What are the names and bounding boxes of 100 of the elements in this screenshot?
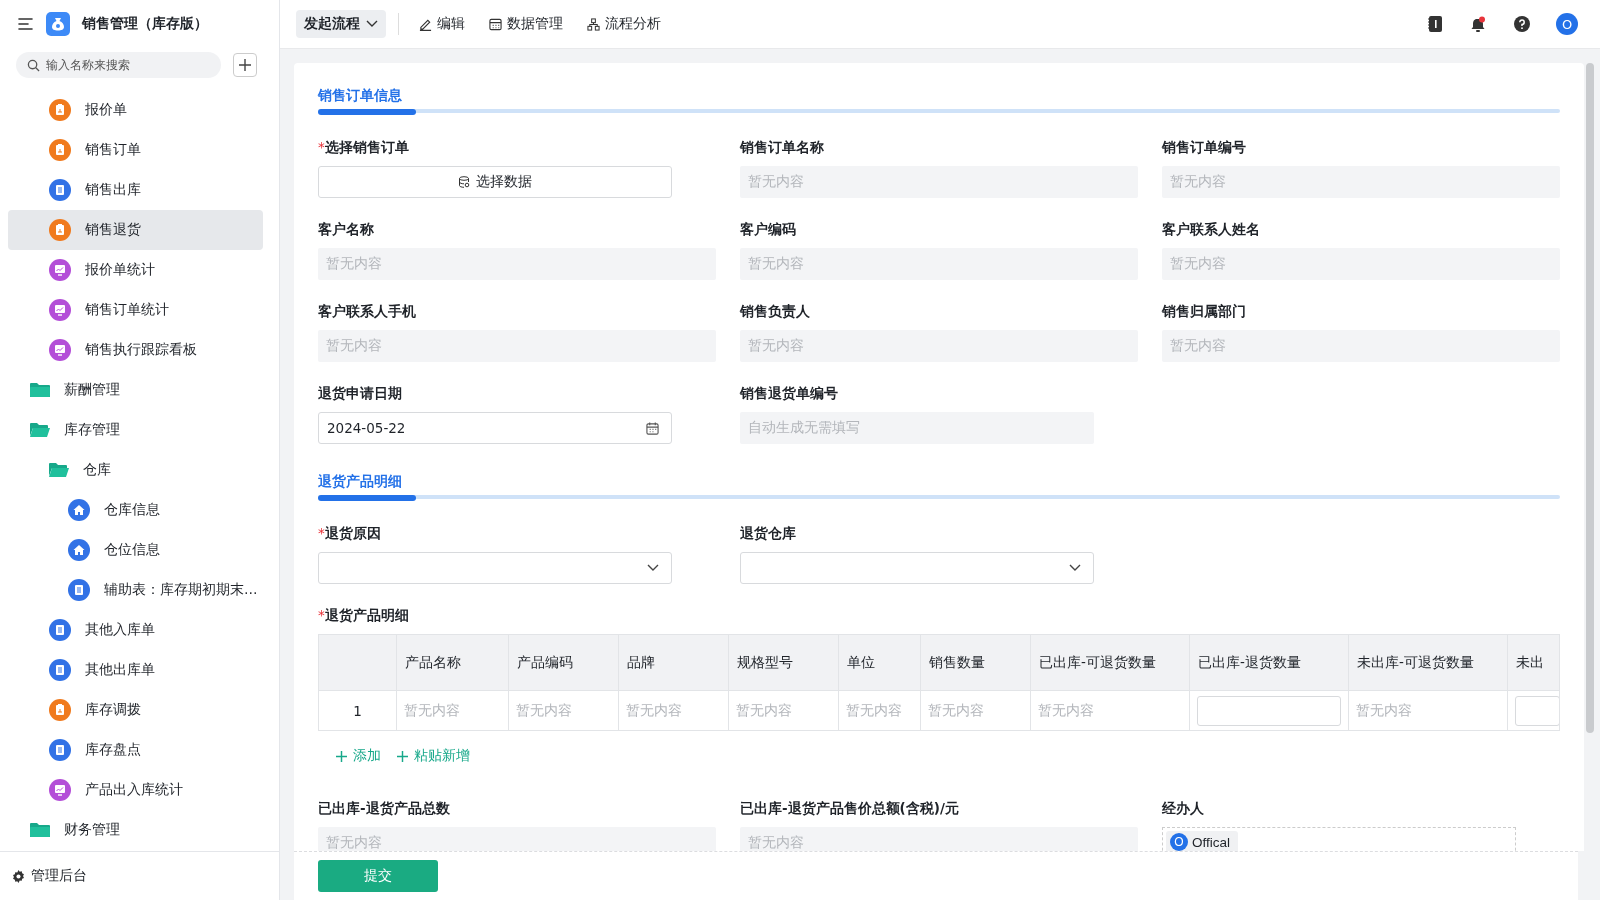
sidebar-item[interactable]: 其他入库单 xyxy=(8,610,263,650)
readonly-field: 暂无内容 xyxy=(318,248,716,280)
clipboard-icon xyxy=(49,219,71,241)
bell-icon[interactable] xyxy=(1470,15,1486,33)
chart-monitor-icon xyxy=(49,779,71,801)
sidebar-item[interactable]: 产品出入库统计 xyxy=(8,770,263,810)
dropdown-field[interactable] xyxy=(318,552,672,584)
sidebar-item[interactable]: 销售执行跟踪看板 xyxy=(8,330,263,370)
sidebar-item[interactable]: 仓库信息 xyxy=(8,490,263,530)
readonly-field: 暂无内容 xyxy=(1162,166,1560,198)
document-icon xyxy=(49,619,71,641)
cell-input[interactable] xyxy=(1515,695,1559,726)
clipboard-icon xyxy=(49,99,71,121)
readonly-field: 暂无内容 xyxy=(740,330,1138,362)
column-header: 未出 xyxy=(1508,635,1559,690)
column-header: 规格型号 xyxy=(729,635,839,690)
readonly-field: 暂无内容 xyxy=(318,330,716,362)
date-field[interactable]: 2024-05-22 xyxy=(318,412,672,444)
toolbar-button[interactable]: 流程分析 xyxy=(579,15,669,33)
database-icon xyxy=(458,176,470,188)
sidebar-item[interactable]: 仓库 xyxy=(8,450,263,490)
readonly-field: 暂无内容 xyxy=(1162,330,1560,362)
dropdown-field[interactable] xyxy=(740,552,1094,584)
sidebar-item[interactable]: 销售出库 xyxy=(8,170,263,210)
toolbar-button[interactable]: 编辑 xyxy=(411,15,473,33)
user-avatar[interactable]: O xyxy=(1556,13,1578,35)
help-icon[interactable] xyxy=(1514,16,1530,32)
user-chip[interactable]: O Offical xyxy=(1166,831,1238,851)
sidebar-item[interactable]: 销售订单 xyxy=(8,130,263,170)
field-label: *选择销售订单 xyxy=(318,138,410,157)
search-icon xyxy=(27,59,40,72)
sidebar-item[interactable]: 财务管理 xyxy=(8,810,263,850)
section-title: 销售订单信息 xyxy=(318,87,403,105)
field-label: 销售订单名称 xyxy=(740,138,825,157)
sidebar-item[interactable]: 仓位信息 xyxy=(8,530,263,570)
field-label: 退货仓库 xyxy=(740,524,797,543)
field-label: 客户联系人手机 xyxy=(318,302,417,321)
plus-icon xyxy=(336,750,347,762)
sidebar-item[interactable]: 其他出库单 xyxy=(8,650,263,690)
table-cell: 暂无内容 xyxy=(1356,701,1412,720)
document-icon xyxy=(49,179,71,201)
sidebar-item[interactable]: 库存盘点 xyxy=(8,730,263,770)
admin-link[interactable]: 管理后台 xyxy=(0,851,279,900)
sidebar-item[interactable]: 报价单 xyxy=(8,90,263,130)
field-label: 经办人 xyxy=(1162,799,1205,818)
clipboard-icon xyxy=(49,699,71,721)
field-label: 销售负责人 xyxy=(740,302,811,321)
field-label: 销售订单编号 xyxy=(1162,138,1247,157)
field-label: 销售退货单编号 xyxy=(740,384,839,403)
sidebar-item[interactable]: 报价单统计 xyxy=(8,250,263,290)
readonly-field: 自动生成无需填写 xyxy=(740,412,1094,444)
toolbar-button[interactable]: 数据管理 xyxy=(481,15,571,33)
start-process-button[interactable]: 发起流程 xyxy=(296,10,386,38)
table-cell: 暂无内容 xyxy=(846,701,902,720)
chevron-down-icon xyxy=(647,564,659,572)
sidebar-item[interactable]: 销售退货 xyxy=(8,210,263,250)
field-label: 客户名称 xyxy=(318,220,375,239)
sidebar-item[interactable]: 辅助表：库存期初期末… xyxy=(8,570,263,610)
app-icon xyxy=(46,12,70,36)
sidebar-item[interactable]: 销售订单统计 xyxy=(8,290,263,330)
field-label: *退货原因 xyxy=(318,524,382,543)
chevron-down-icon xyxy=(1069,564,1081,572)
column-header: 产品编码 xyxy=(509,635,619,690)
menu-icon[interactable] xyxy=(18,17,34,31)
add-button[interactable] xyxy=(233,53,257,77)
readonly-field: 暂无内容 xyxy=(740,166,1138,198)
table-cell: 暂无内容 xyxy=(736,701,792,720)
column-header: 单位 xyxy=(839,635,921,690)
document-icon xyxy=(49,659,71,681)
notebook-icon[interactable] xyxy=(1428,16,1442,32)
cell-input[interactable] xyxy=(1197,695,1341,726)
app-title: 销售管理（库存版） xyxy=(82,15,208,33)
plus-icon xyxy=(239,59,251,71)
sidebar-item[interactable]: 薪酬管理 xyxy=(8,370,263,410)
house-icon xyxy=(68,539,90,561)
sidebar-item[interactable]: 库存调拨 xyxy=(8,690,263,730)
table-cell: 暂无内容 xyxy=(404,701,460,720)
table-cell: 暂无内容 xyxy=(626,701,682,720)
scrollbar[interactable] xyxy=(1586,63,1594,733)
house-icon xyxy=(68,499,90,521)
column-header: 已出库-退货数量 xyxy=(1190,635,1349,690)
chart-monitor-icon xyxy=(49,259,71,281)
search-field[interactable]: 输入名称来搜索 xyxy=(16,52,221,78)
row-number: 1 xyxy=(319,690,397,730)
clipboard-icon xyxy=(49,139,71,161)
pencil-icon xyxy=(419,17,432,31)
column-header: 销售数量 xyxy=(921,635,1031,690)
select-data-button[interactable]: 选择数据 xyxy=(318,166,672,198)
plus-icon xyxy=(397,750,408,762)
field-label: 客户编码 xyxy=(740,220,797,239)
readonly-field: 暂无内容 xyxy=(1162,248,1560,280)
chart-monitor-icon xyxy=(49,339,71,361)
field-label: 客户联系人姓名 xyxy=(1162,220,1261,239)
column-header: 已出库-可退货数量 xyxy=(1031,635,1190,690)
field-label: 已出库-退货产品售价总额(含税)/元 xyxy=(740,799,960,818)
sidebar-item[interactable]: 库存管理 xyxy=(8,410,263,450)
column-header: 品牌 xyxy=(619,635,729,690)
table-cell: 暂无内容 xyxy=(1038,701,1094,720)
document-icon xyxy=(49,739,71,761)
readonly-field: 暂无内容 xyxy=(740,827,1138,851)
